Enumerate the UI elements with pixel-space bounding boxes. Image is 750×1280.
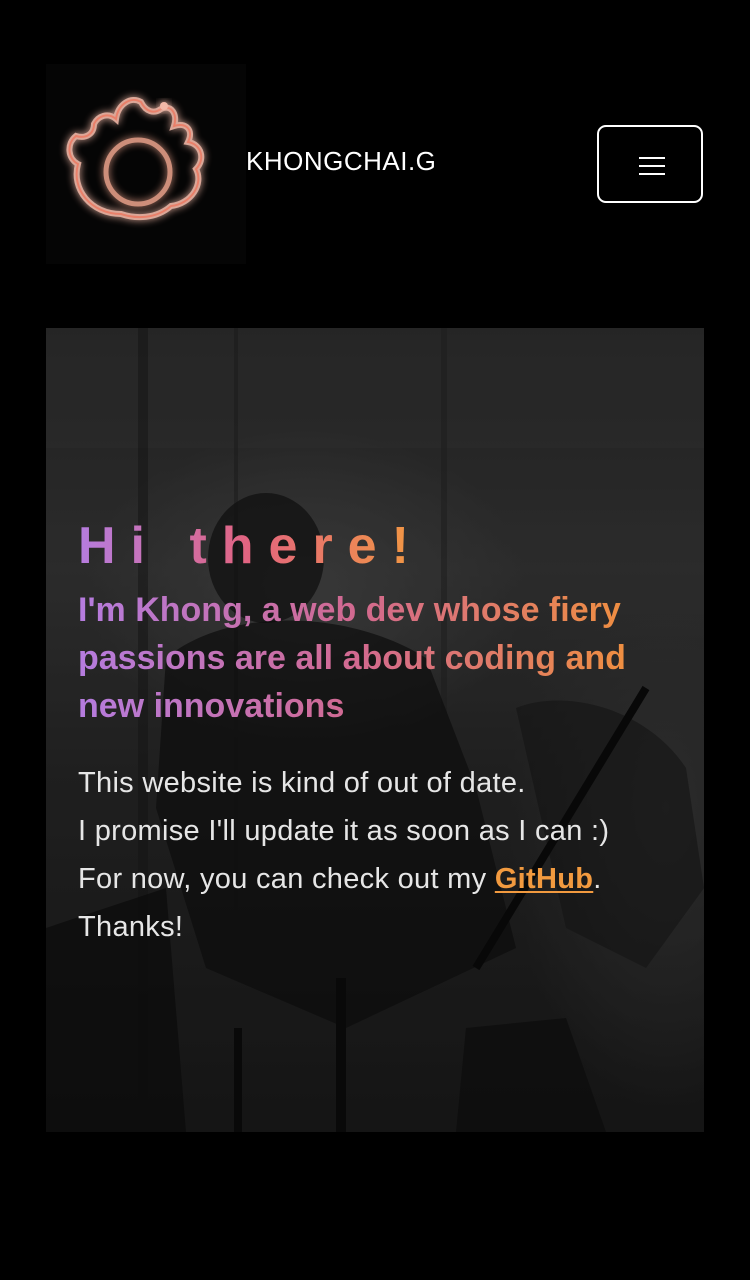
- hero-section: Hi there! I'm Khong, a web dev whose fie…: [46, 328, 704, 1132]
- menu-button[interactable]: [597, 125, 703, 203]
- site-brand[interactable]: KHONGCHAI.G: [246, 146, 436, 177]
- note-line-3-suffix: .: [593, 863, 602, 895]
- note-line-3-prefix: For now, you can check out my: [78, 863, 495, 895]
- hero-tagline: I'm Khong, a web dev whose fiery passion…: [78, 586, 638, 730]
- note-line-4: Thanks!: [78, 911, 184, 943]
- note-line-1: This website is kind of out of date.: [78, 767, 526, 799]
- hero-note: This website is kind of out of date. I p…: [78, 759, 668, 951]
- hamburger-menu-icon: [639, 157, 665, 175]
- site-header: KHONGCHAI.G: [0, 0, 750, 328]
- note-line-2: I promise I'll update it as soon as I ca…: [78, 815, 610, 847]
- flame-logo-icon[interactable]: [46, 64, 246, 264]
- hero-overlay: [46, 328, 704, 1132]
- github-link[interactable]: GitHub: [495, 863, 593, 895]
- note-line-3: For now, you can check out my GitHub.: [78, 855, 668, 903]
- hero-greeting: Hi there!: [78, 517, 424, 575]
